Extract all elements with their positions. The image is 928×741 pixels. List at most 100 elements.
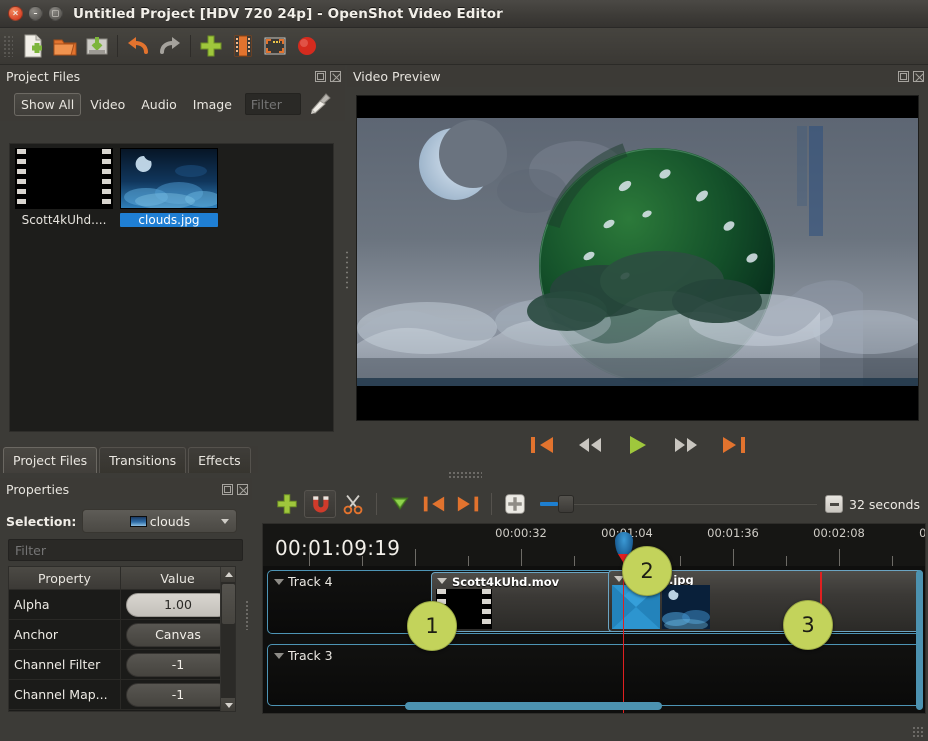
window-minimize-button[interactable]: –: [28, 6, 43, 21]
window-title: Untitled Project [HDV 720 24p] - OpenSho…: [73, 6, 503, 22]
property-value-cell[interactable]: -1: [121, 650, 235, 679]
clear-filter-button[interactable]: [307, 91, 333, 117]
close-icon: ×: [12, 9, 19, 17]
zoom-out-button[interactable]: [825, 495, 843, 513]
table-row[interactable]: Alpha 1.00: [9, 590, 235, 620]
fast-forward-button[interactable]: [671, 432, 701, 458]
new-project-button[interactable]: [17, 31, 49, 62]
table-row[interactable]: Channel Map... -1: [9, 680, 235, 710]
choose-profile-button[interactable]: [227, 31, 259, 62]
horizontal-splitter-handle[interactable]: [345, 250, 349, 290]
redo-button[interactable]: [154, 31, 186, 62]
chevron-down-icon[interactable]: [274, 653, 284, 659]
tab-project-files[interactable]: Project Files: [3, 447, 97, 473]
panel-close-icon[interactable]: [237, 484, 248, 495]
timeline-dock-grip[interactable]: [448, 471, 482, 478]
rewind-button[interactable]: [575, 432, 605, 458]
undock-icon[interactable]: [898, 71, 909, 82]
rewind-icon: [577, 435, 603, 455]
list-item[interactable]: clouds.jpg: [120, 148, 218, 227]
save-disk-icon: [84, 33, 110, 59]
zoom-slider-handle[interactable]: [558, 495, 574, 513]
undo-button[interactable]: [122, 31, 154, 62]
clip-title: Scott4kUhd.mov: [452, 575, 559, 589]
center-playhead-button[interactable]: [498, 489, 532, 519]
track-header[interactable]: Track 4: [274, 574, 333, 589]
window-maximize-button[interactable]: □: [48, 6, 63, 21]
project-files-filter-input[interactable]: [245, 93, 301, 115]
center-playhead-icon: [504, 493, 526, 515]
jump-to-end-button[interactable]: [719, 432, 749, 458]
ruler-tick: [521, 549, 522, 566]
property-value-cell[interactable]: 1.00: [121, 590, 235, 619]
ruler-label: 00:01:36: [707, 526, 759, 540]
timeline-toolbar-separator-1: [376, 493, 377, 515]
minus-icon: [830, 503, 839, 506]
property-name: Channel Filter: [9, 650, 121, 679]
properties-filter-input[interactable]: [8, 539, 243, 561]
window-resize-grip[interactable]: [912, 726, 924, 738]
filter-audio-button[interactable]: Audio: [134, 93, 184, 116]
ruler-tick: [309, 549, 310, 566]
video-preview-canvas[interactable]: [356, 95, 919, 421]
tab-transitions[interactable]: Transitions: [99, 447, 186, 473]
ruler-label: 00:00:32: [495, 526, 547, 540]
panel-close-icon[interactable]: [330, 71, 341, 82]
timeline-vertical-scrollbar[interactable]: [916, 570, 923, 710]
scroll-up-button[interactable]: [221, 567, 236, 582]
export-video-button[interactable]: [291, 31, 323, 62]
track-header[interactable]: Track 3: [274, 648, 333, 663]
scroll-down-button[interactable]: [221, 698, 236, 712]
list-item[interactable]: Scott4kUhd....: [15, 148, 113, 227]
undock-icon[interactable]: [315, 71, 326, 82]
open-project-button[interactable]: [49, 31, 81, 62]
window-buttons: × – □: [0, 6, 63, 21]
ruler-tick: [468, 556, 469, 566]
timeline-track-3[interactable]: Track 3: [267, 644, 923, 706]
scrollbar-thumb[interactable]: [222, 584, 235, 624]
add-marker-button[interactable]: [383, 489, 417, 519]
timeline-zoom-slider[interactable]: [540, 491, 817, 517]
window-close-button[interactable]: ×: [8, 6, 23, 21]
properties-resize-grip[interactable]: [245, 600, 250, 630]
preview-controls: [356, 425, 919, 465]
filter-show-all-button[interactable]: Show All: [14, 93, 81, 116]
razor-tool-button[interactable]: [336, 489, 370, 519]
list-item-label: Scott4kUhd....: [15, 213, 113, 227]
previous-marker-icon: [422, 494, 446, 514]
file-thumbnail-video: [15, 148, 113, 209]
play-button[interactable]: [623, 432, 653, 458]
tab-effects[interactable]: Effects: [188, 447, 251, 473]
filter-image-button[interactable]: Image: [186, 93, 239, 116]
timeline-ruler[interactable]: 00:01:09:19 00:00:32 00:01:04 00:01:36 0…: [263, 524, 926, 566]
ruler-tick: [786, 556, 787, 566]
project-files-list[interactable]: Scott4kUhd....: [9, 143, 334, 432]
fullscreen-button[interactable]: [259, 31, 291, 62]
selection-dropdown[interactable]: clouds: [82, 509, 237, 533]
undock-icon[interactable]: [222, 484, 233, 495]
save-project-button[interactable]: [81, 31, 113, 62]
table-row[interactable]: Anchor Canvas: [9, 620, 235, 650]
chevron-down-icon[interactable]: [274, 579, 284, 585]
chevron-down-icon[interactable]: [437, 578, 447, 584]
next-marker-button[interactable]: [451, 489, 485, 519]
previous-marker-button[interactable]: [417, 489, 451, 519]
add-track-button[interactable]: [270, 489, 304, 519]
property-value-cell[interactable]: Canvas: [121, 620, 235, 649]
properties-scrollbar[interactable]: [220, 567, 235, 712]
property-name: Alpha: [9, 590, 121, 619]
panel-close-icon[interactable]: [913, 71, 924, 82]
jump-to-start-button[interactable]: [527, 432, 557, 458]
properties-table[interactable]: Property Value Alpha 1.00 Anchor Canvas …: [8, 566, 236, 712]
timeline-horizontal-scrollbar[interactable]: [405, 702, 662, 710]
snapping-toggle-button[interactable]: [304, 490, 336, 518]
toolbar-grip[interactable]: [3, 35, 13, 57]
table-row[interactable]: Channel Filter -1: [9, 650, 235, 680]
zoom-level-label: 32 seconds: [849, 497, 920, 512]
zoom-slider-track: [540, 503, 817, 505]
property-value-cell[interactable]: -1: [121, 680, 235, 709]
main-toolbar: [0, 28, 928, 65]
toolbar-separator-1: [117, 35, 118, 57]
filter-video-button[interactable]: Video: [83, 93, 132, 116]
import-files-button[interactable]: [195, 31, 227, 62]
